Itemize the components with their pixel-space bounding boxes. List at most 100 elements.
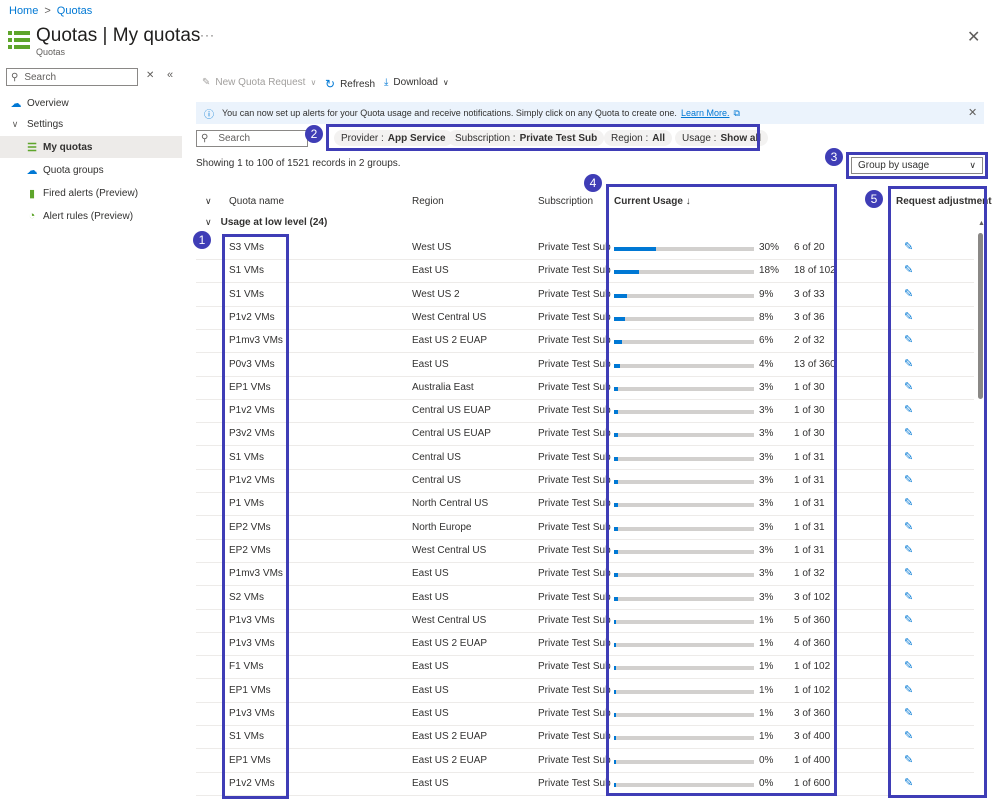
table-row[interactable]: P1v2 VMs East US Private Test Sub 0% 1 of 60… bbox=[196, 772, 974, 796]
callout-badge-5: 5 bbox=[865, 190, 883, 208]
cloud-icon: ☁ bbox=[10, 97, 22, 110]
subscription-cell: Private Test Sub bbox=[538, 451, 611, 463]
table-row[interactable]: P1v3 VMs East US Private Test Sub 1% 3 of 36… bbox=[196, 702, 974, 726]
subscription-cell: Private Test Sub bbox=[538, 498, 611, 510]
region-cell: West US bbox=[412, 242, 452, 253]
table-row[interactable]: EP1 VMs East US 2 EUAP Private Test Sub 0% 1… bbox=[196, 749, 974, 773]
table-row[interactable]: P1v2 VMs West Central US Private Test Sub 8… bbox=[196, 306, 974, 330]
callout-badge-4: 4 bbox=[584, 174, 602, 192]
cloud-group-icon: ☁ bbox=[26, 164, 38, 177]
highlight-box-group-by bbox=[846, 152, 988, 179]
subscription-cell: Private Test Sub bbox=[538, 381, 611, 393]
sidebar-item-label: Settings bbox=[27, 118, 64, 130]
table-row[interactable]: EP2 VMs West Central US Private Test Sub 3%… bbox=[196, 539, 974, 563]
table-row[interactable]: P1v2 VMs Central US EUAP Private Test Sub 3… bbox=[196, 399, 974, 424]
group-header-row[interactable]: ∨ Usage at low level (24) bbox=[205, 217, 327, 228]
region-cell: East US 2 EUAP bbox=[412, 335, 488, 347]
subscription-cell: Private Test Sub bbox=[538, 428, 611, 440]
more-options-icon[interactable]: ··· bbox=[200, 28, 215, 42]
table-row[interactable]: F1 VMs East US Private Test Sub 1% 1 of 102 ✎ bbox=[196, 655, 974, 680]
highlight-box-quota-name bbox=[222, 234, 289, 799]
filter-search-input[interactable]: ⚲ Search bbox=[196, 130, 308, 147]
region-cell: East US bbox=[412, 568, 449, 580]
table-row[interactable]: P1 VMs North Central US Private Test Sub 3%… bbox=[196, 492, 974, 517]
new-quota-request-label: New Quota Request bbox=[215, 77, 306, 88]
new-quota-request-button[interactable]: ✎ New Quota Request ∨ bbox=[202, 77, 316, 88]
subscription-cell: Private Test Sub bbox=[538, 754, 611, 766]
subscription-cell: Private Test Sub bbox=[538, 265, 611, 277]
table-row[interactable]: EP1 VMs East US Private Test Sub 1% 1 of 102… bbox=[196, 679, 974, 703]
close-icon[interactable]: ✕ bbox=[967, 27, 980, 47]
breadcrumb-separator: > bbox=[44, 5, 51, 17]
subscription-cell: Private Test Sub bbox=[538, 777, 611, 789]
column-header-quota-name[interactable]: Quota name bbox=[229, 196, 284, 207]
region-cell: North Central US bbox=[412, 498, 489, 510]
refresh-button[interactable]: ↻ Refresh bbox=[325, 77, 375, 91]
info-icon: ⓘ bbox=[204, 109, 214, 121]
sidebar-item-my-quotas[interactable]: ☰ My quotas bbox=[0, 136, 182, 158]
table-row[interactable]: EP1 VMs Australia East Private Test Sub 3% 1… bbox=[196, 376, 974, 400]
sidebar-item-label: Alert rules (Preview) bbox=[43, 210, 134, 222]
table-row[interactable]: P1v3 VMs East US 2 EUAP Private Test Sub 1%… bbox=[196, 632, 974, 657]
table-row[interactable]: S1 VMs East US 2 EUAP Private Test Sub 1% 3 … bbox=[196, 725, 974, 750]
table-row[interactable]: P1mv3 VMs East US Private Test Sub 3% 1 of 3… bbox=[196, 562, 974, 587]
highlight-box-filters bbox=[326, 124, 760, 151]
callout-badge-1: 1 bbox=[193, 231, 211, 249]
breadcrumb-quotas-link[interactable]: Quotas bbox=[57, 5, 92, 17]
sidebar-item-quota-groups[interactable]: ☁ Quota groups bbox=[0, 159, 182, 181]
banner-close-icon[interactable]: ✕ bbox=[968, 106, 977, 119]
subscription-cell: Private Test Sub bbox=[538, 568, 611, 580]
region-cell: Central US EUAP bbox=[412, 405, 491, 417]
region-cell: East US bbox=[412, 358, 449, 370]
region-cell: Australia East bbox=[412, 381, 474, 393]
region-cell: Central US bbox=[412, 475, 461, 486]
region-cell: West Central US bbox=[412, 311, 487, 323]
sidebar-search-input[interactable]: ⚲ Search bbox=[6, 68, 138, 86]
download-button[interactable]: ⤓ Download ∨ bbox=[384, 77, 449, 88]
sidebar-item-settings[interactable]: ∨ Settings bbox=[0, 113, 182, 135]
chevron-down-icon: ∨ bbox=[310, 78, 317, 87]
column-header-region[interactable]: Region bbox=[412, 196, 444, 207]
subscription-cell: Private Test Sub bbox=[538, 335, 611, 347]
table-row[interactable]: S1 VMs West US 2 Private Test Sub 9% 3 of 33… bbox=[196, 283, 974, 307]
table-row[interactable]: S1 VMs East US Private Test Sub 18% 18 of 10… bbox=[196, 259, 974, 284]
table-row[interactable]: P1v3 VMs West Central US Private Test Sub 1… bbox=[196, 609, 974, 633]
subscription-cell: Private Test Sub bbox=[538, 591, 611, 603]
expand-all-icon[interactable]: ∨ bbox=[205, 196, 212, 207]
chevron-down-icon: ∨ bbox=[11, 118, 19, 129]
column-header-subscription[interactable]: Subscription bbox=[538, 196, 593, 207]
highlight-box-current-usage bbox=[606, 184, 837, 796]
clear-search-icon[interactable]: ✕ bbox=[146, 70, 154, 81]
search-icon: ⚲ bbox=[11, 71, 19, 83]
table-row[interactable]: S1 VMs Central US Private Test Sub 3% 1 of 3… bbox=[196, 446, 974, 470]
region-cell: East US bbox=[412, 684, 449, 696]
sidebar-item-fired-alerts[interactable]: ▮ Fired alerts (Preview) bbox=[0, 182, 182, 204]
table-row[interactable]: P1v2 VMs Central US Private Test Sub 3% 1 of… bbox=[196, 469, 974, 493]
info-banner: ⓘ You can now set up alerts for your Quo… bbox=[196, 102, 984, 124]
table-row[interactable]: EP2 VMs North Europe Private Test Sub 3% 1 o… bbox=[196, 516, 974, 540]
sidebar-item-label: Fired alerts (Preview) bbox=[43, 187, 139, 199]
list-icon: ☰ bbox=[27, 141, 37, 154]
learn-more-link[interactable]: Learn More. bbox=[681, 108, 730, 118]
sidebar-item-alert-rules[interactable]: ◔ Alert rules (Preview) bbox=[0, 205, 182, 227]
table-row[interactable]: P1mv3 VMs East US 2 EUAP Private Test Sub 6… bbox=[196, 329, 974, 354]
subscription-cell: Private Test Sub bbox=[538, 475, 611, 486]
sidebar-item-label: Quota groups bbox=[43, 164, 104, 176]
subscription-cell: Private Test Sub bbox=[538, 242, 611, 253]
chevron-down-icon: ∨ bbox=[442, 78, 449, 87]
sidebar-item-overview[interactable]: ☁ Overview bbox=[0, 92, 182, 114]
table-row[interactable]: S3 VMs West US Private Test Sub 30% 6 of 20 ✎ bbox=[196, 236, 974, 260]
breadcrumb-home-link[interactable]: Home bbox=[9, 5, 38, 17]
table-row[interactable]: P0v3 VMs East US Private Test Sub 4% 13 of 3… bbox=[196, 353, 974, 377]
region-cell: Central US bbox=[412, 451, 461, 463]
table-row[interactable]: P3v2 VMs Central US EUAP Private Test Sub 3… bbox=[196, 422, 974, 447]
region-cell: East US bbox=[412, 777, 449, 789]
subscription-cell: Private Test Sub bbox=[538, 708, 611, 719]
subscription-cell: Private Test Sub bbox=[538, 661, 611, 673]
breadcrumb: Home > Quotas bbox=[9, 5, 92, 17]
collapse-sidebar-icon[interactable]: « bbox=[167, 69, 173, 81]
page-title: Quotas | My quotas bbox=[36, 25, 201, 46]
table-row[interactable]: S2 VMs East US Private Test Sub 3% 3 of 102 ✎ bbox=[196, 586, 974, 610]
download-label: Download bbox=[393, 77, 438, 88]
callout-badge-3: 3 bbox=[825, 148, 843, 166]
